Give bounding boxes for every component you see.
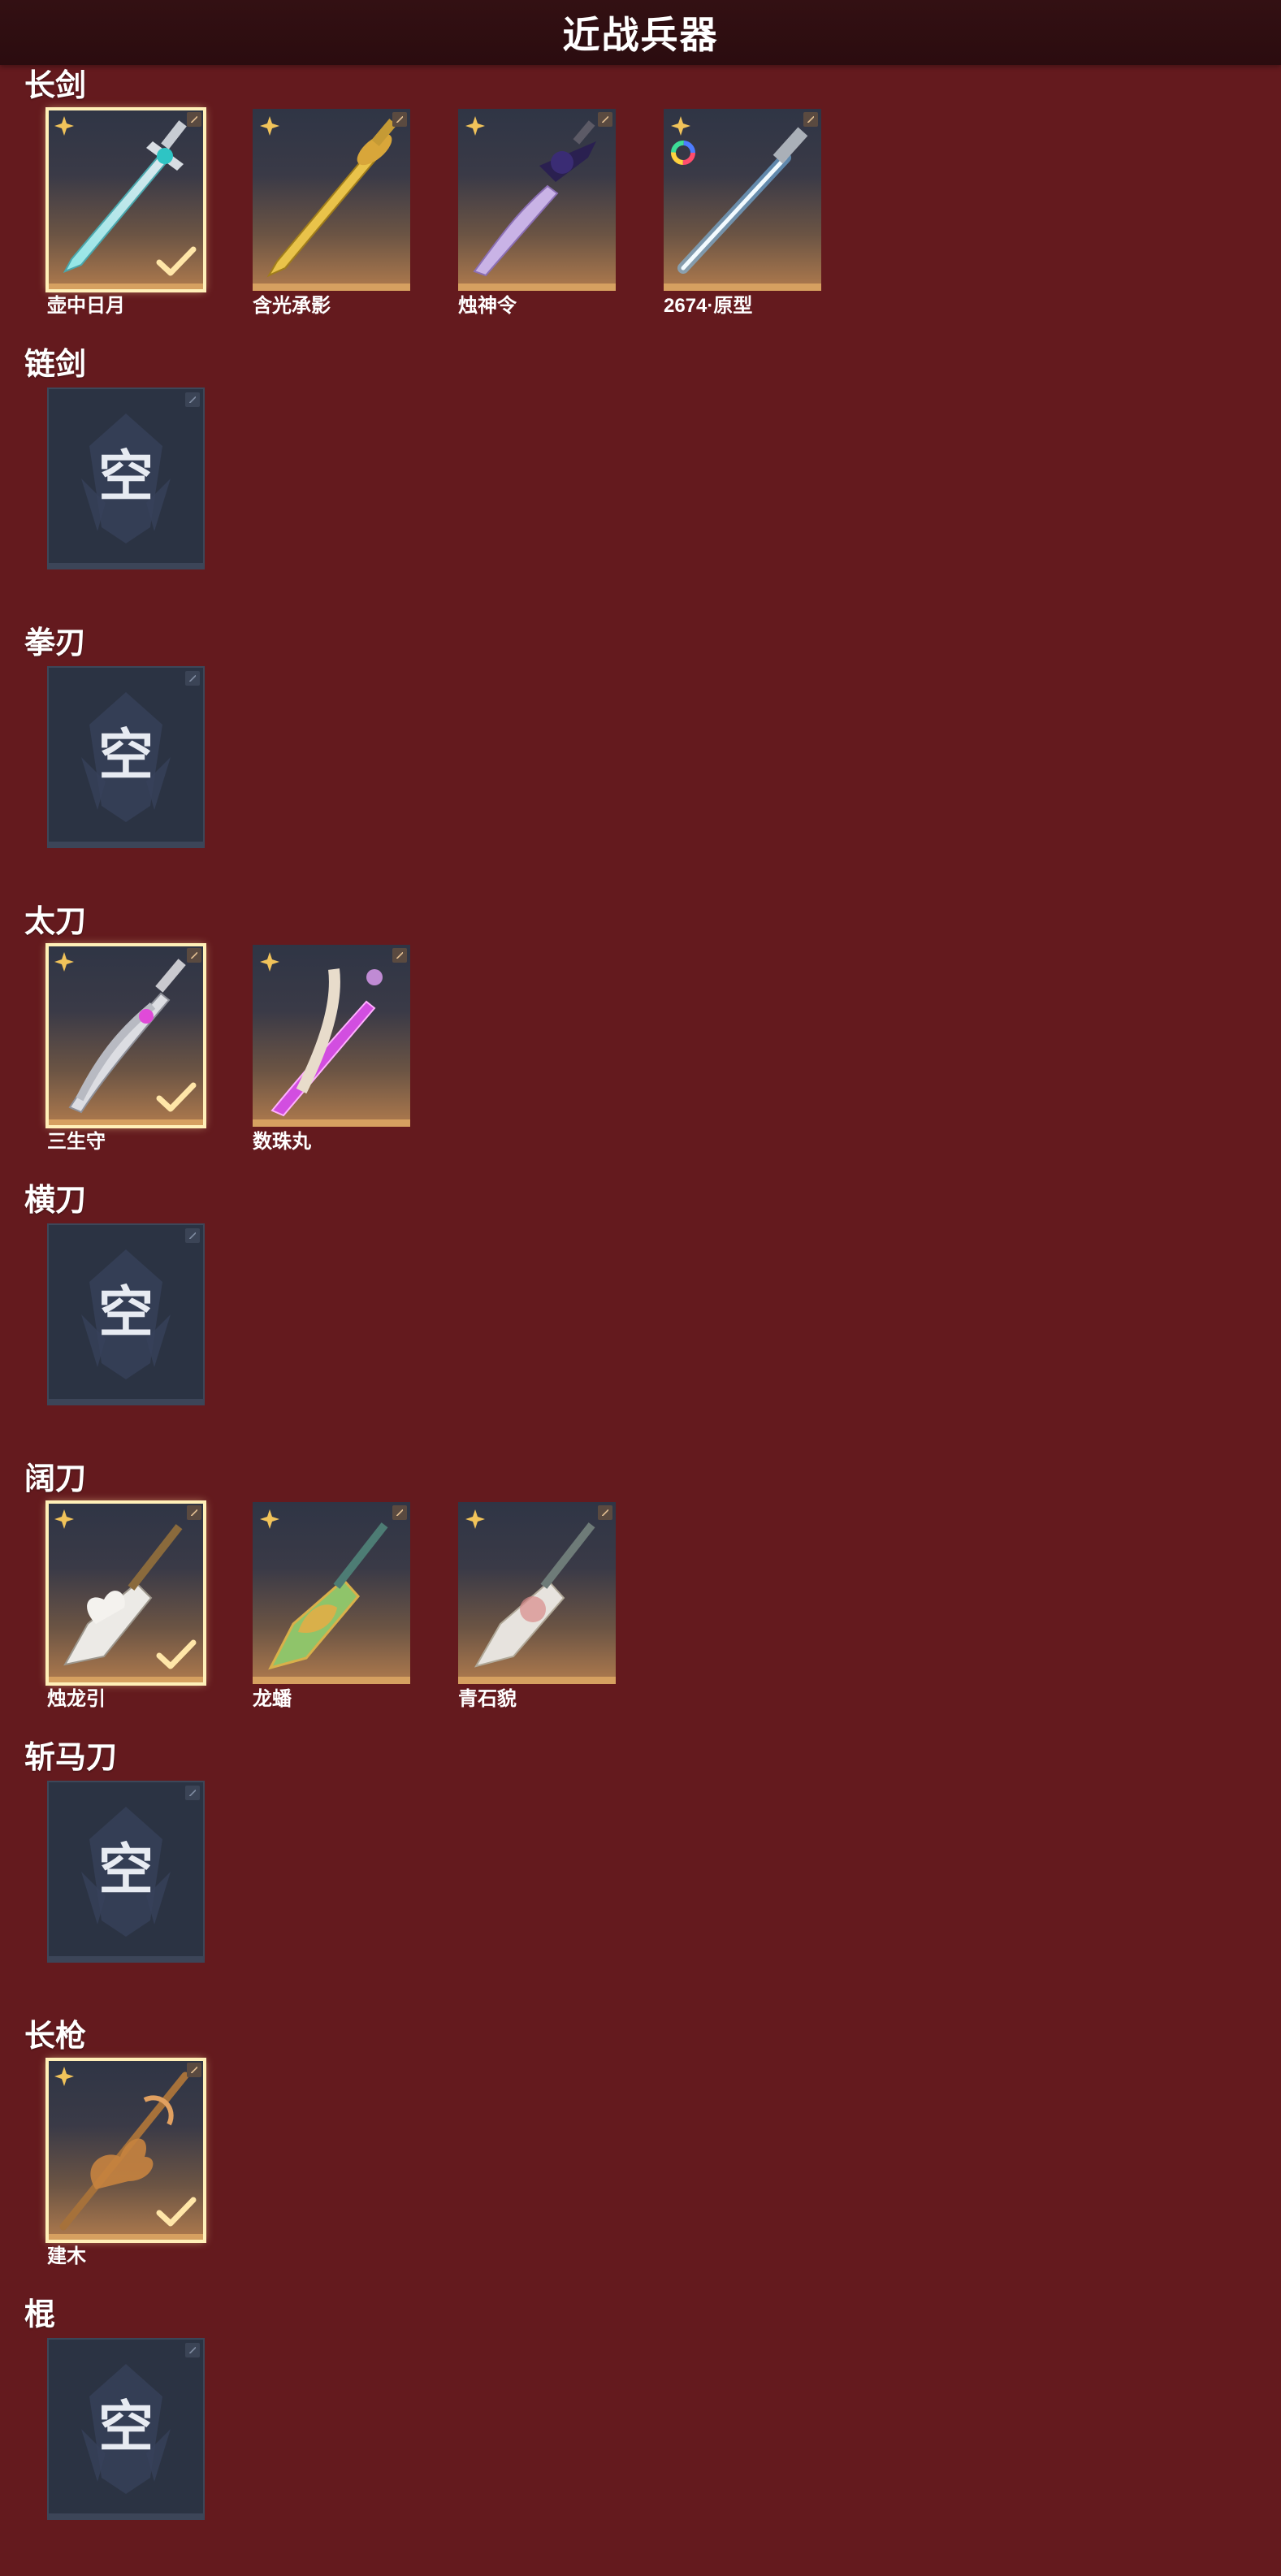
- lock-corner-icon: [187, 112, 201, 127]
- weapon-card[interactable]: [664, 109, 821, 291]
- empty-slot[interactable]: 空: [47, 387, 205, 569]
- lock-corner-icon: [187, 948, 201, 963]
- empty-label: 空: [97, 725, 154, 786]
- empty-slot[interactable]: 空: [47, 1223, 205, 1405]
- weapon-item[interactable]: 烛神令: [458, 109, 616, 317]
- check-icon: [156, 2197, 197, 2227]
- category-title: 长剑: [24, 69, 87, 103]
- four-point-star-icon: [465, 116, 485, 136]
- weapon-card[interactable]: [253, 109, 410, 291]
- four-point-star-icon: [260, 952, 279, 972]
- weapon-item[interactable]: 三生守: [45, 943, 206, 1153]
- weapon-card[interactable]: [45, 107, 206, 292]
- lock-corner-icon: [392, 948, 407, 963]
- empty-card[interactable]: 空: [47, 1223, 205, 1405]
- lock-corner-icon: [598, 112, 612, 127]
- weapon-item[interactable]: 龙蟠: [253, 1502, 410, 1710]
- empty-card[interactable]: 空: [47, 2338, 205, 2520]
- lock-corner-icon: [185, 1786, 200, 1800]
- weapon-item[interactable]: 青石貌: [458, 1502, 616, 1710]
- weapon-name: 烛神令: [458, 295, 517, 317]
- lock-corner-icon: [185, 1228, 200, 1243]
- weapon-card[interactable]: [253, 945, 410, 1127]
- weapon-item[interactable]: 建木: [45, 2058, 206, 2267]
- check-icon: [156, 1639, 197, 1669]
- four-point-star-icon: [54, 1509, 74, 1529]
- weapon-card[interactable]: [45, 943, 206, 1128]
- weapon-name: 壶中日月: [47, 295, 125, 317]
- category-title: 棍: [24, 2298, 56, 2332]
- weapon-name: 2674·原型: [664, 295, 753, 317]
- category-title: 拳刃: [24, 626, 87, 660]
- empty-label: 空: [97, 2396, 154, 2458]
- category-title: 横刀: [24, 1184, 87, 1218]
- check-icon: [156, 246, 197, 276]
- four-point-star-icon: [54, 2067, 74, 2086]
- empty-card[interactable]: 空: [47, 666, 205, 848]
- empty-label: 空: [97, 446, 154, 508]
- empty-slot[interactable]: 空: [47, 2338, 205, 2520]
- empty-label: 空: [97, 1839, 154, 1901]
- empty-slot[interactable]: 空: [47, 666, 205, 848]
- weapon-name: 含光承影: [253, 295, 331, 317]
- four-point-star-icon: [671, 116, 690, 136]
- weapon-item[interactable]: 烛龙引: [45, 1500, 206, 1710]
- lock-corner-icon: [187, 2063, 201, 2077]
- four-point-star-icon: [54, 952, 74, 972]
- lock-corner-icon: [187, 1505, 201, 1520]
- weapon-card[interactable]: [45, 2058, 206, 2243]
- four-point-star-icon: [260, 1509, 279, 1529]
- weapon-card[interactable]: [458, 1502, 616, 1684]
- weapon-name: 数珠丸: [253, 1131, 311, 1153]
- lock-corner-icon: [392, 1505, 407, 1520]
- lock-corner-icon: [185, 671, 200, 686]
- empty-label: 空: [97, 1282, 154, 1344]
- weapon-card[interactable]: [45, 1500, 206, 1686]
- color-ring-icon: [671, 141, 695, 165]
- weapon-item[interactable]: 数珠丸: [253, 945, 410, 1153]
- weapon-card[interactable]: [253, 1502, 410, 1684]
- weapon-name: 建木: [47, 2245, 86, 2267]
- lock-corner-icon: [392, 112, 407, 127]
- empty-card[interactable]: 空: [47, 387, 205, 569]
- lock-corner-icon: [185, 2343, 200, 2357]
- category-title: 链剑: [24, 348, 87, 382]
- check-icon: [156, 1082, 197, 1112]
- empty-slot[interactable]: 空: [47, 1781, 205, 1963]
- lock-corner-icon: [185, 392, 200, 407]
- weapon-item[interactable]: 含光承影: [253, 109, 410, 317]
- weapon-name: 烛龙引: [47, 1688, 106, 1710]
- weapon-item[interactable]: 2674·原型: [664, 109, 821, 317]
- four-point-star-icon: [260, 116, 279, 136]
- lock-corner-icon: [803, 112, 818, 127]
- category-title: 阔刀: [24, 1462, 87, 1496]
- empty-card[interactable]: 空: [47, 1781, 205, 1963]
- page-title: 近战兵器: [0, 0, 1281, 65]
- category-title: 太刀: [24, 905, 87, 939]
- weapon-item[interactable]: 壶中日月: [45, 107, 206, 317]
- category-title: 斩马刀: [24, 1741, 118, 1775]
- weapon-card[interactable]: [458, 109, 616, 291]
- category-title: 长枪: [24, 2020, 87, 2054]
- weapon-name: 青石貌: [458, 1688, 517, 1710]
- weapon-name: 三生守: [47, 1131, 106, 1153]
- four-point-star-icon: [54, 116, 74, 136]
- weapon-name: 龙蟠: [253, 1688, 292, 1710]
- four-point-star-icon: [465, 1509, 485, 1529]
- lock-corner-icon: [598, 1505, 612, 1520]
